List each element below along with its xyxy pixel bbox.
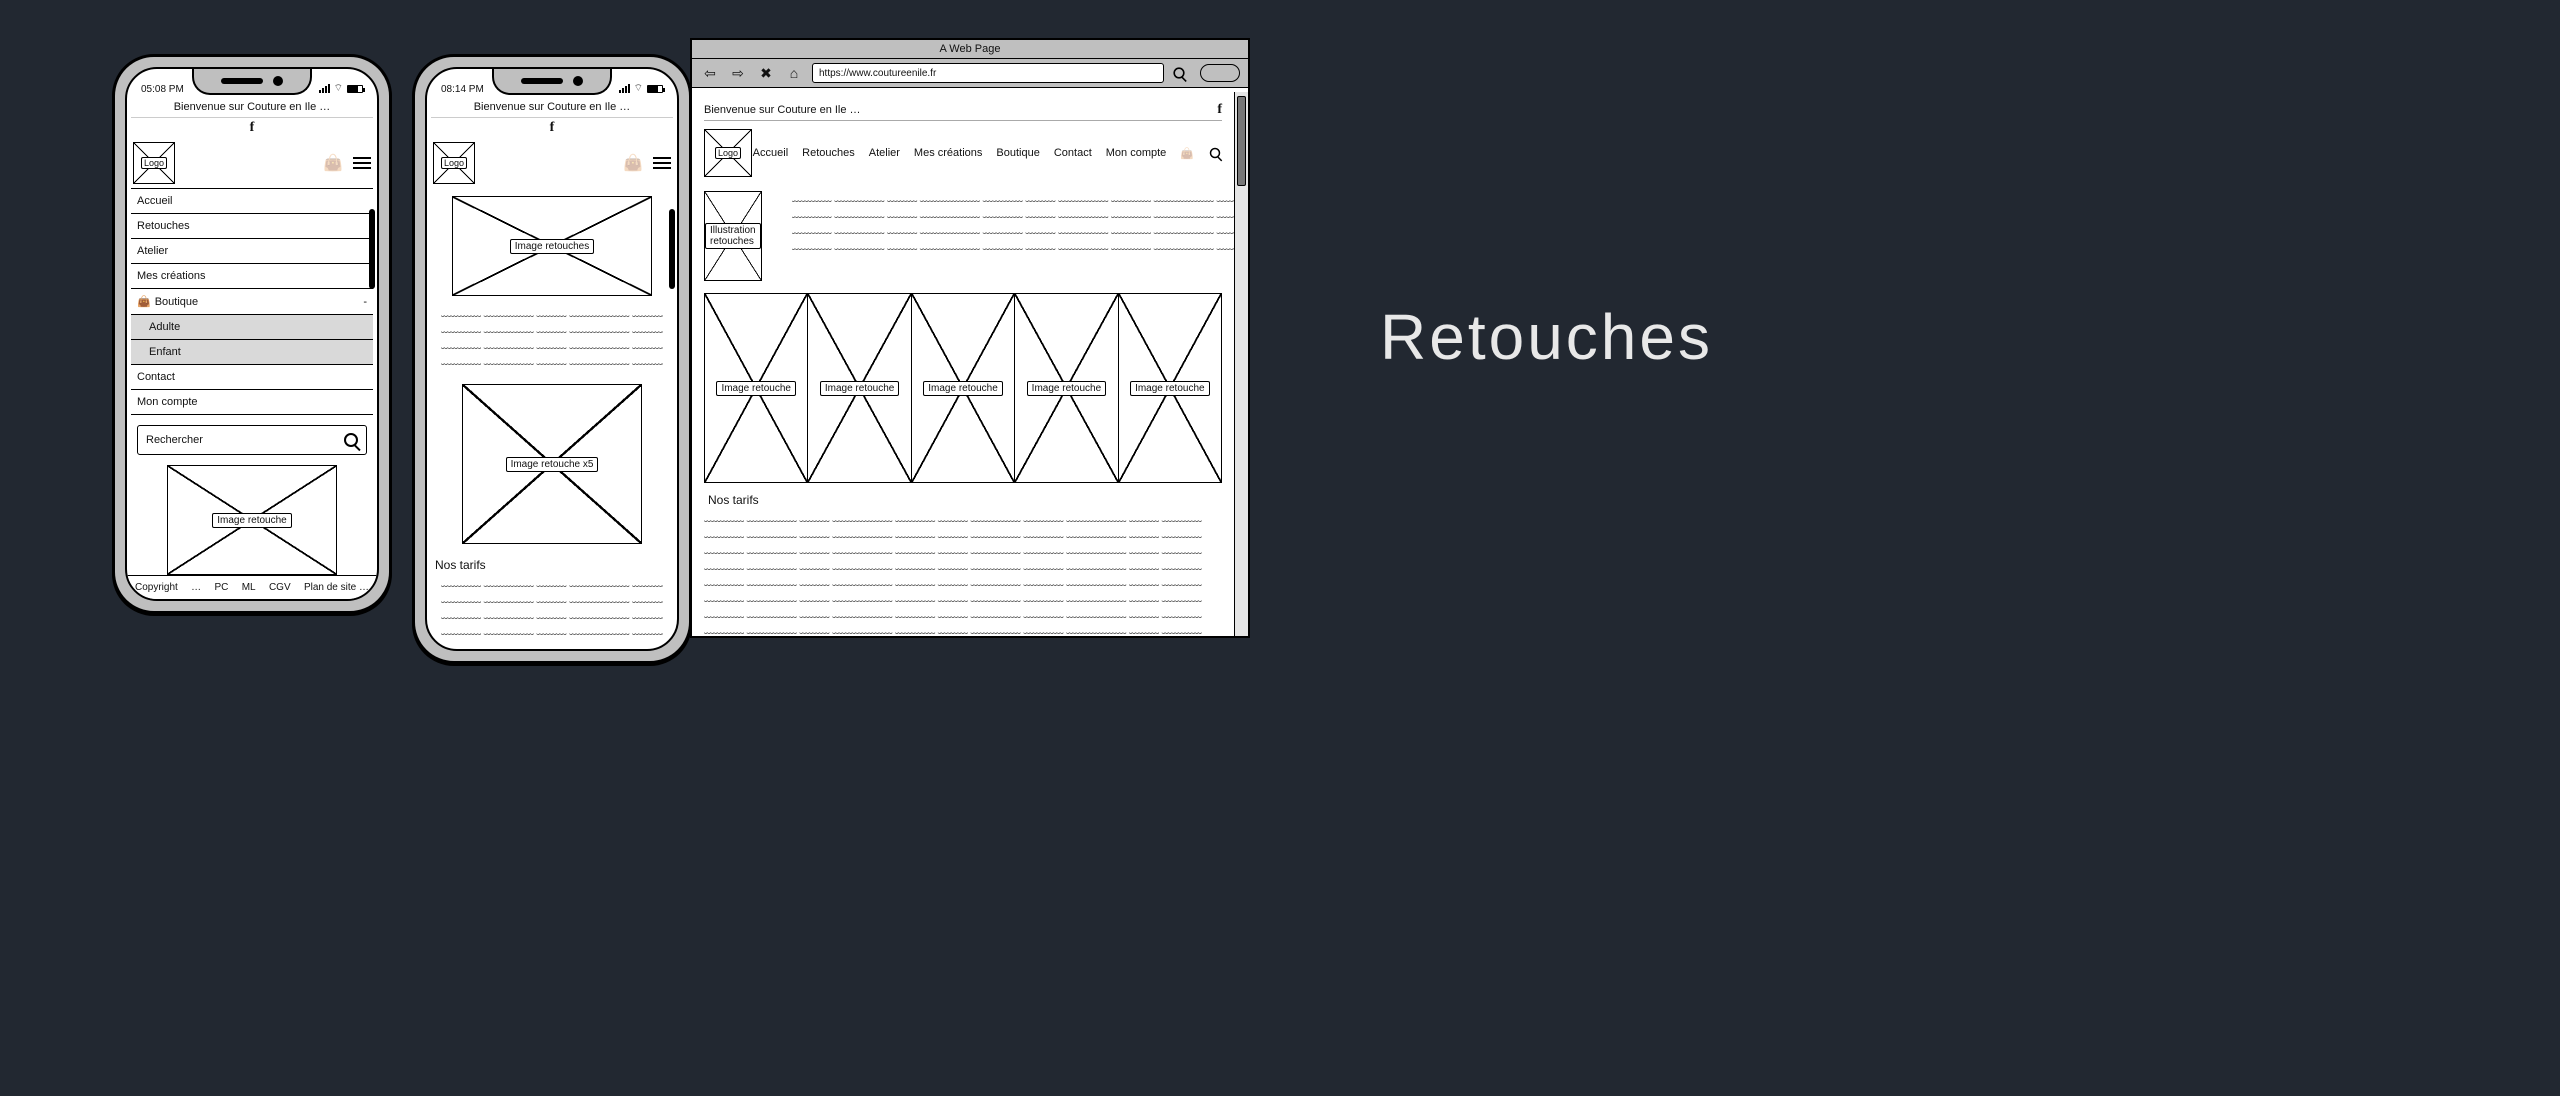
phone-notch bbox=[192, 69, 312, 95]
gallery-item: Image retouche bbox=[807, 293, 910, 483]
nav-boutique-adulte[interactable]: Adulte bbox=[131, 315, 373, 340]
tarifs-heading: Nos tarifs bbox=[708, 493, 1222, 507]
browser-titlebar: A Web Page bbox=[692, 40, 1248, 59]
facebook-icon[interactable]: f bbox=[431, 118, 673, 138]
home-button[interactable]: ⌂ bbox=[784, 64, 804, 82]
signal-icon bbox=[619, 84, 630, 93]
search-icon[interactable] bbox=[344, 433, 358, 447]
gallery-item: Image retouche bbox=[1014, 293, 1117, 483]
go-button[interactable] bbox=[1200, 64, 1240, 82]
nav-boutique[interactable]: 👜Boutique - bbox=[131, 289, 373, 315]
cart-icon[interactable]: 👜 bbox=[623, 153, 643, 173]
welcome-banner: Bienvenue sur Couture en Ile … bbox=[704, 104, 861, 116]
signal-icon bbox=[319, 84, 330, 93]
phone-wireframe-menu: 05:08 PM ⌔ Bienvenue sur Couture en Ile … bbox=[112, 54, 392, 614]
image-retouche-gallery: Image retouche x5 bbox=[462, 384, 642, 544]
browser-wireframe: A Web Page ⇦ ⇨ ✖ ⌂ https://www.coutureen… bbox=[690, 38, 1250, 638]
desktop-nav: Accueil Retouches Atelier Mes créations … bbox=[753, 146, 1222, 160]
battery-icon bbox=[347, 85, 363, 93]
nav-contact[interactable]: Contact bbox=[131, 365, 373, 390]
search-icon[interactable] bbox=[1173, 67, 1184, 78]
nav-accueil[interactable]: Accueil bbox=[131, 189, 373, 214]
facebook-icon[interactable]: f bbox=[131, 118, 373, 138]
retouches-gallery: Image retouche Image retouche Image reto… bbox=[704, 293, 1222, 483]
nav-atelier[interactable]: Atelier bbox=[869, 147, 900, 159]
forward-button[interactable]: ⇨ bbox=[728, 64, 748, 82]
phone-notch bbox=[492, 69, 612, 95]
welcome-banner: Bienvenue sur Couture en Ile … bbox=[131, 97, 373, 118]
nav-boutique[interactable]: Boutique bbox=[996, 147, 1039, 159]
nav-mon-compte[interactable]: Mon compte bbox=[1106, 147, 1167, 159]
wifi-icon: ⌔ bbox=[634, 82, 643, 95]
nav-atelier[interactable]: Atelier bbox=[131, 239, 373, 264]
wifi-icon: ⌔ bbox=[334, 82, 343, 95]
page-title-label: Retouches bbox=[1380, 300, 1713, 374]
phone-wireframe-retouches: 08:14 PM ⌔ Bienvenue sur Couture en Ile … bbox=[412, 54, 692, 664]
gallery-item: Image retouche bbox=[704, 293, 807, 483]
nav-mon-compte[interactable]: Mon compte bbox=[131, 390, 373, 415]
nav-boutique-enfant[interactable]: Enfant bbox=[131, 340, 373, 365]
browser-toolbar: ⇦ ⇨ ✖ ⌂ https://www.coutureenile.fr bbox=[692, 59, 1248, 88]
hamburger-menu-icon[interactable] bbox=[353, 157, 371, 169]
intro-text: ﹏﹏﹏﹏ ﹏﹏﹏﹏﹏ ﹏﹏﹏ ﹏﹏﹏﹏﹏﹏ ﹏﹏﹏﹏ ﹏﹏﹏ ﹏﹏﹏﹏﹏ ﹏﹏﹏… bbox=[792, 191, 1234, 281]
facebook-icon[interactable]: f bbox=[1217, 102, 1222, 118]
footer: Copyright … PC ML CGV Plan de site … bbox=[127, 575, 377, 599]
gallery-item: Image retouche bbox=[911, 293, 1014, 483]
logo[interactable]: Logo bbox=[433, 142, 475, 184]
clock: 08:14 PM bbox=[441, 84, 484, 95]
mobile-nav-menu: Accueil Retouches Atelier Mes créations … bbox=[131, 188, 373, 415]
nav-mes-creations[interactable]: Mes créations bbox=[131, 264, 373, 289]
url-input[interactable]: https://www.coutureenile.fr bbox=[812, 63, 1164, 83]
scrollbar-thumb[interactable] bbox=[369, 209, 375, 289]
illustration-retouches: Illustration retouches bbox=[704, 191, 762, 281]
tarifs-text: ﹏﹏﹏﹏ ﹏﹏﹏﹏﹏ ﹏﹏﹏ ﹏﹏﹏﹏﹏﹏ ﹏﹏﹏﹏ ﹏﹏﹏ ﹏﹏﹏﹏﹏ ﹏﹏﹏… bbox=[431, 576, 673, 649]
intro-text: ﹏﹏﹏﹏ ﹏﹏﹏﹏﹏ ﹏﹏﹏ ﹏﹏﹏﹏﹏﹏ ﹏﹏﹏﹏ ﹏﹏﹏ ﹏﹏﹏﹏﹏ ﹏﹏﹏… bbox=[431, 306, 673, 370]
welcome-banner: Bienvenue sur Couture en Ile … bbox=[431, 97, 673, 118]
scrollbar-thumb[interactable] bbox=[669, 209, 675, 289]
nav-retouches[interactable]: Retouches bbox=[131, 214, 373, 239]
back-button[interactable]: ⇦ bbox=[700, 64, 720, 82]
nav-mes-creations[interactable]: Mes créations bbox=[914, 147, 982, 159]
image-retouche: Image retouche bbox=[167, 465, 337, 575]
logo[interactable]: Logo bbox=[133, 142, 175, 184]
hamburger-menu-icon[interactable] bbox=[653, 157, 671, 169]
tarifs-heading: Nos tarifs bbox=[435, 558, 673, 572]
stop-button[interactable]: ✖ bbox=[756, 64, 776, 82]
search-input[interactable]: Rechercher bbox=[137, 425, 367, 455]
image-retouches-hero: Image retouches bbox=[452, 196, 652, 296]
logo[interactable]: Logo bbox=[704, 129, 752, 177]
nav-accueil[interactable]: Accueil bbox=[753, 147, 788, 159]
browser-scrollbar[interactable] bbox=[1234, 92, 1248, 636]
tarifs-text: ﹏﹏﹏﹏ ﹏﹏﹏﹏﹏ ﹏﹏﹏ ﹏﹏﹏﹏﹏﹏ ﹏﹏﹏﹏ ﹏﹏﹏ ﹏﹏﹏﹏﹏ ﹏﹏﹏… bbox=[704, 511, 1222, 636]
battery-icon bbox=[647, 85, 663, 93]
gallery-item: Image retouche bbox=[1118, 293, 1222, 483]
cart-icon[interactable]: 👜 bbox=[1180, 147, 1194, 160]
collapse-icon: - bbox=[363, 296, 367, 308]
clock: 05:08 PM bbox=[141, 84, 184, 95]
cart-icon[interactable]: 👜 bbox=[323, 153, 343, 173]
nav-contact[interactable]: Contact bbox=[1054, 147, 1092, 159]
search-icon[interactable] bbox=[1210, 148, 1221, 159]
nav-retouches[interactable]: Retouches bbox=[802, 147, 855, 159]
